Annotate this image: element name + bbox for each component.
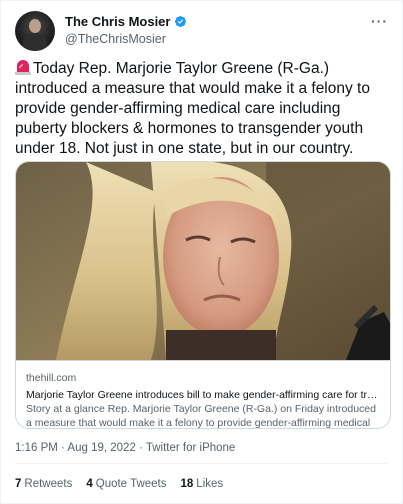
retweets-label: Retweets xyxy=(24,478,73,490)
author-display-name[interactable]: The Chris Mosier xyxy=(65,14,170,29)
likes-count: 18 xyxy=(180,478,194,490)
tweet-header: The Chris Mosier @TheChrisMosier ··· xyxy=(15,11,392,51)
card-domain: thehill.com xyxy=(26,372,77,384)
card-description: Story at a glance Rep. Marjorie Taylor G… xyxy=(26,403,376,429)
card-title: Marjorie Taylor Greene introduces bill t… xyxy=(26,389,382,401)
tweet-stats: 7 Retweets 4 Quote Tweets 18 Likes xyxy=(15,478,223,490)
divider xyxy=(15,463,388,464)
retweets-stat[interactable]: 7 Retweets xyxy=(15,478,72,490)
retweets-count: 7 xyxy=(15,478,22,490)
avatar-body-shape xyxy=(23,33,47,51)
name-row: The Chris Mosier xyxy=(65,14,187,29)
siren-icon xyxy=(15,60,31,75)
card-meta[interactable]: thehill.com Marjorie Taylor Greene intro… xyxy=(16,360,390,429)
tweet-text: Today Rep. Marjorie Taylor Greene (R-Ga.… xyxy=(15,60,370,157)
card-image[interactable] xyxy=(16,162,390,360)
link-card[interactable]: thehill.com Marjorie Taylor Greene intro… xyxy=(15,161,391,429)
tweet-timestamp[interactable]: 1:16 PM · Aug 19, 2022 · Twitter for iPh… xyxy=(15,442,235,454)
author-handle[interactable]: @TheChrisMosier xyxy=(65,32,166,46)
more-options-icon[interactable]: ··· xyxy=(371,13,388,29)
quote-tweets-label: Quote Tweets xyxy=(95,478,167,490)
likes-label: Likes xyxy=(196,478,224,490)
quote-tweets-stat[interactable]: 4 Quote Tweets xyxy=(86,478,166,490)
avatar[interactable] xyxy=(15,11,55,51)
tweet-body: Today Rep. Marjorie Taylor Greene (R-Ga.… xyxy=(15,59,393,159)
tweet-container: The Chris Mosier @TheChrisMosier ··· Tod… xyxy=(0,0,403,504)
quote-tweets-count: 4 xyxy=(86,478,93,490)
avatar-head-shape xyxy=(29,19,41,33)
card-photo-illustration xyxy=(16,162,390,360)
likes-stat[interactable]: 18 Likes xyxy=(181,478,224,490)
verified-badge-icon xyxy=(175,15,187,28)
